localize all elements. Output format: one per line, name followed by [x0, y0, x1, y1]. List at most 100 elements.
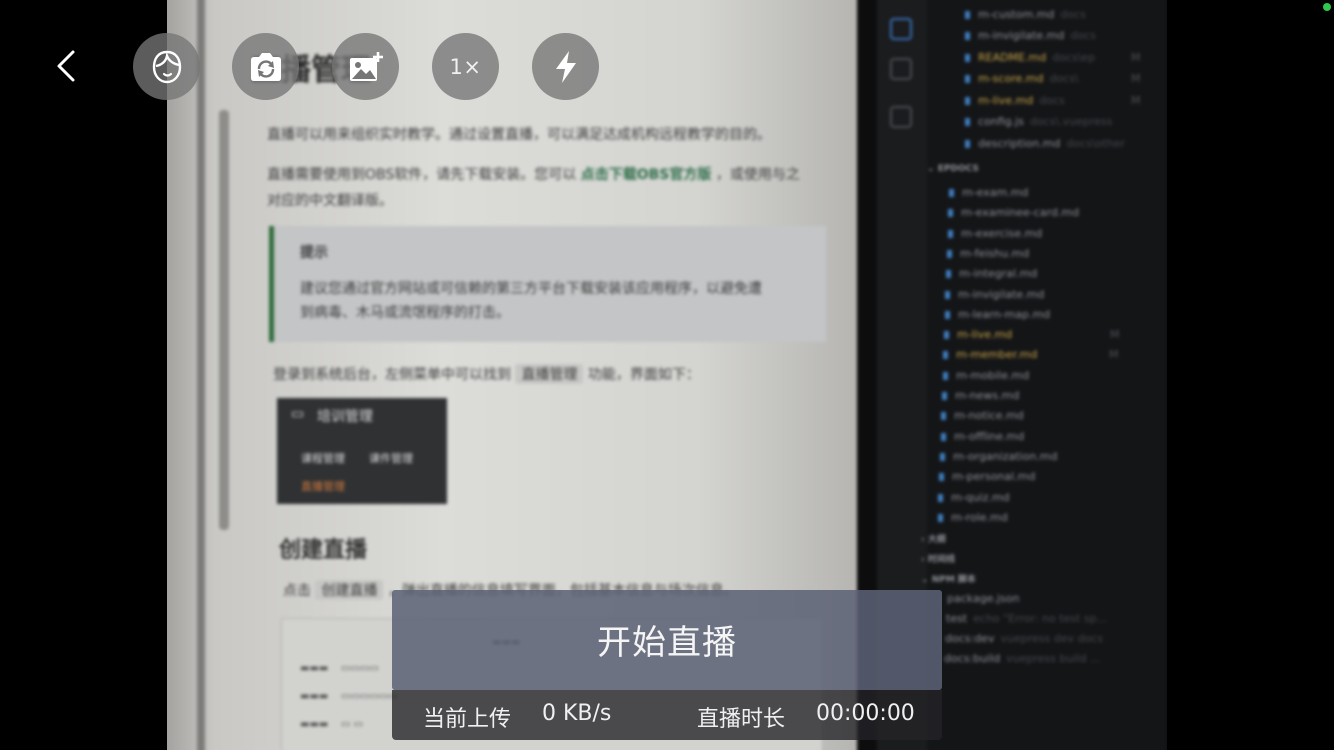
open-editor-item: m-live.md docs M: [965, 94, 1141, 107]
explorer-file-item: m-exercise.md: [948, 227, 1042, 240]
doc-create-chip: 创建直播: [315, 580, 384, 600]
doc-paragraph-2: 直播需要使用到OBS软件，请先下载安装。您可以 点击下载OBS官方版 ，或使用与…: [267, 164, 800, 184]
doc-obs-download-link: 点击下载OBS官方版: [580, 167, 712, 183]
open-editor-item: m-custom.md docs: [965, 8, 1086, 21]
doc-menu-screenshot: ▭ 培训管理 课程管理 课件管理 直播管理: [277, 398, 447, 504]
markdown-file-icon: [945, 310, 950, 319]
explorer-section-epdocs: ⌄ EPDOCS: [927, 164, 979, 174]
markdown-file-icon: [946, 270, 951, 279]
live-camera-screen: 直播管理 直播可以用来组织实时教学。通过设置直播，可以满足达成机构远程教学的目的…: [0, 0, 1334, 750]
explorer-file-item: m-integral.md: [946, 267, 1037, 280]
explorer-file-item: m-exam.md: [949, 186, 1028, 199]
modified-badge: M: [1131, 93, 1141, 107]
markdown-file-icon: [965, 118, 970, 126]
markdown-file-icon: [943, 351, 948, 360]
markdown-file-icon: [949, 189, 954, 197]
explorer-file-item: m-quiz.md: [938, 491, 1010, 504]
camera-switch-icon: [250, 52, 281, 81]
explorer-file-item: m-feishu.md: [947, 247, 1029, 260]
markdown-file-icon: [948, 209, 953, 218]
chevron-left-icon: [57, 50, 75, 82]
open-editor-item: m-score.md docs\ M: [965, 72, 1141, 85]
recording-status-dot: [1323, 3, 1331, 11]
flash-icon: [555, 50, 576, 83]
doc-paragraph-2-text-a: 直播需要使用到OBS软件，请先下载安装。您可以: [267, 167, 577, 183]
explorer-section-outline: › 大纲: [921, 535, 946, 545]
npm-script-item: test echo "Error: no test sp...: [946, 612, 1108, 625]
doc-tip-box: 提示 建议您通过官方网站或可信赖的第三方平台下载安装该应用程序，以避免遭 到病毒…: [269, 226, 826, 342]
doc-form-row-3: ▬▬▬ ▭ ▭: [300, 719, 364, 730]
markdown-file-icon: [940, 452, 945, 461]
explorer-file-item: m-organization.md: [940, 450, 1057, 463]
doc-card-monitor-icon: ▭: [291, 406, 305, 422]
doc-login-paragraph: 登录到系统后台，左侧菜单中可以找到 直播管理 功能，界面如下：: [273, 364, 700, 384]
doc-tip-line-2: 到病毒、木马或流氓程序的打击。: [300, 305, 510, 321]
back-button[interactable]: [46, 40, 86, 92]
markdown-file-icon: [941, 432, 946, 441]
source-control-icon: [890, 18, 912, 40]
npm-script-item: docs:dev vuepress dev docs: [945, 632, 1103, 645]
live-stats-bar: 当前上传 0 KB/s 直播时长 00:00:00: [392, 690, 942, 740]
markdown-file-icon: [942, 392, 947, 400]
doc-card-item-3: 直播管理: [301, 480, 345, 493]
markdown-file-icon: [965, 53, 970, 62]
markdown-file-icon: [948, 229, 953, 238]
doc-form-row-1: ▬▬▬ ▭▭▭▭: [300, 663, 379, 674]
beauty-filter-button[interactable]: [133, 33, 200, 100]
open-editor-item: description.md docs\other: [965, 137, 1125, 150]
markdown-file-icon: [965, 96, 970, 105]
upload-speed-label: 当前上传: [423, 707, 512, 732]
doc-login-text-b: 功能，界面如下：: [587, 367, 700, 383]
markdown-file-icon: [938, 493, 943, 502]
open-editor-item: config.js docs\.vuepress: [965, 115, 1112, 128]
markdown-file-icon: [945, 290, 950, 299]
explorer-file-item: m-notice.md: [941, 409, 1024, 422]
add-image-icon: [349, 51, 383, 81]
doc-create-text-a: 点击: [283, 583, 311, 599]
doc-section-title: 创建直播: [279, 538, 368, 563]
face-beauty-icon: [152, 50, 181, 83]
markdown-file-icon: [943, 371, 948, 380]
live-duration-label: 直播时长: [697, 707, 786, 732]
upload-speed-value: 0 KB/s: [542, 701, 612, 726]
npm-script-item: docs:build vuepress build ...: [944, 652, 1101, 665]
markdown-file-icon: [944, 331, 949, 340]
explorer-file-item: m-role.md: [938, 511, 1008, 524]
doc-card-item-1: 课程管理: [301, 452, 345, 465]
explorer-file-item: m-news.md: [942, 389, 1019, 402]
doc-card-item-2: 课件管理: [369, 452, 413, 465]
doc-tip-title: 提示: [300, 245, 328, 261]
modified-badge: M: [1131, 72, 1141, 85]
zoom-button[interactable]: 1×: [432, 33, 499, 100]
page-edge: [197, 0, 205, 750]
explorer-file-item: m-learn-map.md: [945, 308, 1050, 321]
doc-form-row-2: ▬▬▬ ▭▭▭▭▭▭: [300, 691, 398, 702]
markdown-file-icon: [939, 473, 944, 482]
markdown-file-icon: [965, 75, 970, 83]
doc-paragraph-2-text-b: ，或使用与之: [715, 167, 800, 183]
run-debug-icon: [890, 58, 912, 80]
explorer-file-item: m-member.md M: [943, 348, 1119, 361]
switch-camera-button[interactable]: [232, 33, 299, 100]
markdown-file-icon: [938, 513, 943, 522]
open-editor-item: m-invigilate.md docs: [965, 29, 1096, 42]
doc-login-text-a: 登录到系统后台，左侧菜单中可以找到: [273, 367, 511, 383]
npm-script-item: package.json: [947, 592, 1020, 605]
start-live-button[interactable]: 开始直播: [392, 590, 942, 690]
flash-button[interactable]: [532, 33, 599, 100]
doc-card-title: 培训管理: [317, 409, 373, 425]
modified-badge: M: [1109, 348, 1119, 362]
modified-badge: M: [1131, 50, 1141, 64]
explorer-file-item: m-personal.md: [939, 470, 1035, 483]
explorer-file-item: m-invigilate.md: [945, 288, 1044, 301]
markdown-file-icon: [965, 10, 970, 19]
explorer-section-timeline: › 时间线: [921, 555, 955, 565]
doc-scrollbar: [219, 110, 229, 530]
image-overlay-button[interactable]: [332, 33, 399, 100]
explorer-section-npm: ⌄ NPM 脚本: [921, 575, 976, 585]
doc-login-chip: 直播管理: [515, 364, 584, 384]
markdown-file-icon: [965, 32, 970, 40]
doc-paragraph-2-continued: 对应的中文翻译版。: [267, 193, 393, 209]
markdown-file-icon: [941, 412, 946, 421]
modified-badge: M: [1110, 328, 1120, 342]
